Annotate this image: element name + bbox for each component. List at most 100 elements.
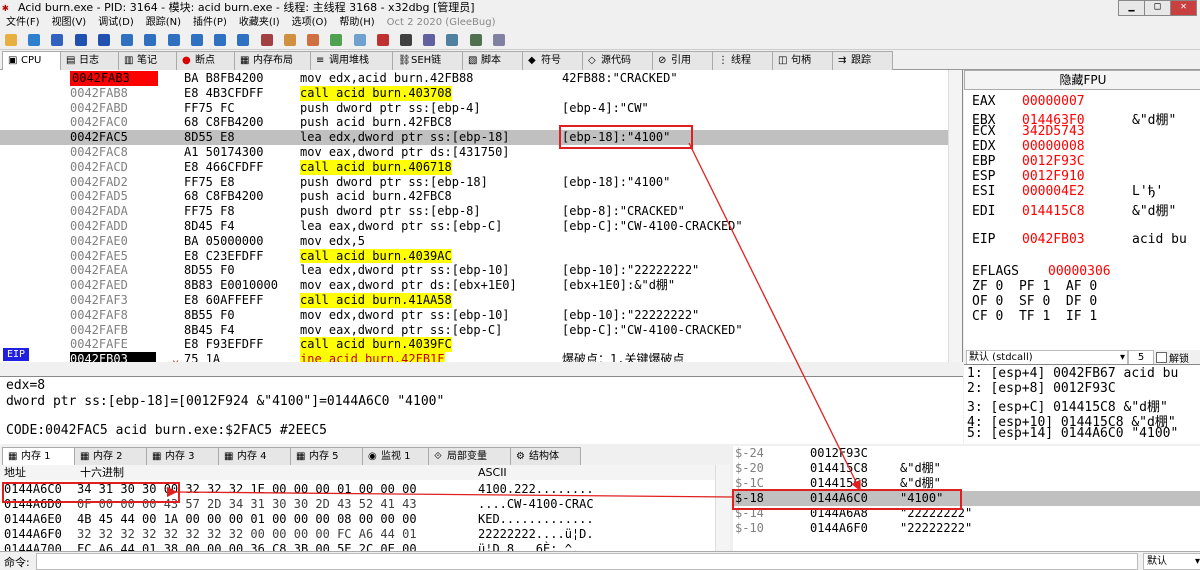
tab-notes[interactable]: ▥ 笔记 (118, 51, 179, 70)
tab-references[interactable]: ⊘ 引用 (652, 51, 715, 70)
register-value[interactable]: 342D5743 (1022, 124, 1132, 139)
stack-row[interactable]: $-10 0144A6F0 "22222222" (733, 521, 1200, 536)
dump-row[interactable]: 0144A6F0 32 32 32 32 32 32 32 32 00 00 00… (0, 527, 715, 542)
arg-row[interactable]: 1: [esp+4] 0042FB67 acid bu (967, 366, 1178, 381)
arg-row[interactable]: 5: [esp+14] 0144A6C0 "4100" (967, 426, 1178, 441)
disasm-row[interactable]: 0042FABD FF75 FC push dword ptr ss:[ebp-4]… (0, 101, 948, 116)
tab-script[interactable]: ▧ 脚本 (462, 51, 525, 70)
register-row[interactable]: EBP 0012F93C (972, 154, 1132, 169)
menu-view[interactable]: 视图(V) (46, 15, 93, 31)
hide-fpu-button[interactable]: 隐藏FPU (964, 70, 1200, 90)
disasm-row[interactable]: 0042FAEA 8D55 F0 lea edx,dword ptr ss:[ebp… (0, 263, 948, 278)
bookmark-icon[interactable] (353, 34, 366, 46)
register-row[interactable]: EDX 00000008 (972, 139, 1132, 154)
disasm-row[interactable]: 0042FAE0 BA 05000000 mov edx,5 (0, 234, 948, 249)
patch-icon[interactable] (283, 34, 296, 46)
disasm-row[interactable]: 0042FAD5 68 C8FB4200 push acid burn.42FBC8 (0, 189, 948, 204)
register-row[interactable]: EAX 00000007 (972, 94, 1132, 109)
dump-tab[interactable]: ⟐ 局部变量 (428, 447, 513, 466)
register-value[interactable]: 0012F910 (1022, 169, 1132, 184)
dump-tab[interactable]: ▦ 内存 3 (146, 447, 221, 466)
disasm-row[interactable]: 0042FADD 8D45 F4 lea eax,dword ptr ss:[ebp… (0, 219, 948, 234)
disasm-row[interactable]: 0042FAC5 8D55 E8 lea edx,dword ptr ss:[ebp… (0, 130, 948, 145)
menu-debug[interactable]: 调试(D) (92, 15, 140, 31)
register-row[interactable]: OF 0 SF 0 DF 0 (972, 294, 1097, 309)
hash-icon[interactable] (399, 34, 412, 46)
dump-tab[interactable]: ▦ 内存 5 (290, 447, 365, 466)
register-row[interactable]: ZF 0 PF 1 AF 0 (972, 279, 1097, 294)
close-button[interactable]: ✕ (1170, 0, 1197, 16)
disasm-row[interactable]: 0042FAFE E8 F93EFDFF call acid burn.4039FC (0, 337, 948, 353)
stack-row[interactable]: $-20 014415C8 &"d棚" (733, 461, 1200, 476)
memory-icon[interactable] (469, 34, 482, 46)
calc-icon[interactable] (446, 34, 459, 46)
register-value[interactable]: 00000008 (1022, 139, 1132, 154)
pause-icon[interactable] (97, 34, 110, 46)
font-icon[interactable] (423, 34, 436, 46)
disasm-row[interactable]: 0042FAE5 E8 C23EFDFF call acid burn.4039AC (0, 248, 948, 264)
arg-count-spinbox[interactable]: 5 (1128, 350, 1154, 365)
command-mode-select[interactable]: 默认 ▾ (1143, 553, 1200, 570)
register-row[interactable]: CF 0 TF 1 IF 1 (972, 309, 1097, 324)
register-row[interactable]: ESI 000004E2 L'ђ' (972, 184, 1163, 199)
maximize-button[interactable]: □ (1144, 0, 1171, 16)
disasm-row[interactable]: 0042FAB8 E8 4B3CFDFF call acid burn.403708 (0, 85, 948, 101)
scylla-icon[interactable] (260, 34, 273, 46)
menu-trace[interactable]: 跟踪(N) (140, 15, 187, 31)
disasm-row[interactable]: 0042FAF3 E8 60AFFEFF call acid burn.41AA58 (0, 293, 948, 308)
register-row[interactable]: EFLAGS 00000306 (972, 264, 1158, 279)
tab-source[interactable]: ◇ 源代码 (582, 51, 655, 70)
tab-trace[interactable]: ⇉ 跟踪 (832, 51, 893, 70)
memory-dump[interactable]: 地址 十六进制 ASCII 0144A6C0 34 31 30 30 00 32 … (0, 465, 715, 551)
register-row[interactable]: EDI 014415C8 &"d棚" (972, 200, 1176, 219)
tab-cpu[interactable]: ▣ CPU (2, 51, 63, 70)
tab-memory-map[interactable]: ▦ 内存布局 (234, 51, 313, 70)
help-icon[interactable] (492, 34, 505, 46)
disasm-row[interactable]: 0042FAC8 A1 50174300 mov eax,dword ptr ds:… (0, 145, 948, 160)
stack-arguments[interactable]: 1: [esp+4] 0042FB67 acid bu 2: [esp+8] 0… (964, 364, 1200, 444)
disassembly-view[interactable]: 0042FAB3 BA B8FB4200 mov edx,acid burn.42F… (0, 70, 963, 362)
disasm-row[interactable]: 0042FAED 8B83 E0010000 mov eax,dword ptr d… (0, 278, 948, 293)
run-to-user-code-icon[interactable] (237, 34, 250, 46)
registers-pane[interactable]: 隐藏FPU EAX 00000007 EBX 014463F0 &"d棚" ECX 342D… (964, 70, 1200, 350)
disasm-row[interactable]: 0042FAF8 8B55 F0 mov edx,dword ptr ss:[ebp… (0, 308, 948, 323)
menu-file[interactable]: 文件(F) (0, 15, 46, 31)
menu-help[interactable]: 帮助(H) (333, 15, 380, 31)
register-value[interactable]: 014415C8 (1022, 204, 1132, 219)
dump-tab[interactable]: ▦ 内存 1 (2, 447, 77, 466)
calling-convention-select[interactable]: 默认 (stdcall) ▾ (966, 350, 1128, 365)
disassembly-scrollbar[interactable] (948, 70, 962, 362)
dump-scrollbar[interactable] (715, 465, 730, 551)
function-icon[interactable] (376, 34, 389, 46)
dump-tab[interactable]: ◉ 监视 1 (362, 447, 431, 466)
tab-threads[interactable]: ⋮ 线程 (712, 51, 775, 70)
tab-symbols[interactable]: ◆ 符号 (522, 51, 585, 70)
dump-tab[interactable]: ⚙ 结构体 (510, 447, 581, 466)
minimize-button[interactable]: ▁ (1118, 0, 1145, 16)
tab-callstack[interactable]: ≡ 调用堆栈 (310, 51, 395, 70)
disasm-row[interactable]: 0042FADA FF75 F8 push dword ptr ss:[ebp-8]… (0, 204, 948, 219)
register-value[interactable]: 000004E2 (1022, 184, 1132, 199)
register-row[interactable]: ESP 0012F910 (972, 169, 1132, 184)
tab-log[interactable]: ▤ 日志 (60, 51, 121, 70)
stack-row[interactable]: $-24 0012F93C (733, 446, 1200, 461)
restart-icon[interactable] (28, 34, 41, 46)
step-over-icon[interactable] (144, 34, 157, 46)
dump-tab[interactable]: ▦ 内存 2 (74, 447, 149, 466)
dump-tab[interactable]: ▦ 内存 4 (218, 447, 293, 466)
dump-row[interactable]: 0144A700 FC A6 44 01 38 00 00 00 36 C8 3B… (0, 542, 715, 551)
menu-plugins[interactable]: 插件(P) (187, 15, 233, 31)
menu-options[interactable]: 选项(O) (286, 15, 334, 31)
execute-till-return-icon[interactable] (214, 34, 227, 46)
menu-favourites[interactable]: 收藏夹(I) (233, 15, 286, 31)
arg-row[interactable]: 2: [esp+8] 0012F93C (967, 381, 1116, 396)
open-icon[interactable] (5, 34, 17, 46)
register-row[interactable]: ECX 342D5743 (972, 124, 1132, 139)
disasm-row[interactable]: 0042FAFB 8B45 F4 mov eax,dword ptr ss:[ebp… (0, 323, 948, 338)
disasm-row[interactable]: 0042FACD E8 466CFDFF call acid burn.406718 (0, 159, 948, 175)
disasm-row[interactable]: 0042FAD2 FF75 E8 push dword ptr ss:[ebp-18… (0, 175, 948, 190)
tab-breakpoints[interactable]: ● 断点 (176, 51, 237, 70)
disasm-row[interactable]: 0042FAB3 BA B8FB4200 mov edx,acid burn.42F… (0, 71, 948, 86)
register-row[interactable]: EIP 0042FB03 acid bu (972, 232, 1187, 247)
tab-seh[interactable]: ⛓SEH链 (392, 51, 465, 70)
